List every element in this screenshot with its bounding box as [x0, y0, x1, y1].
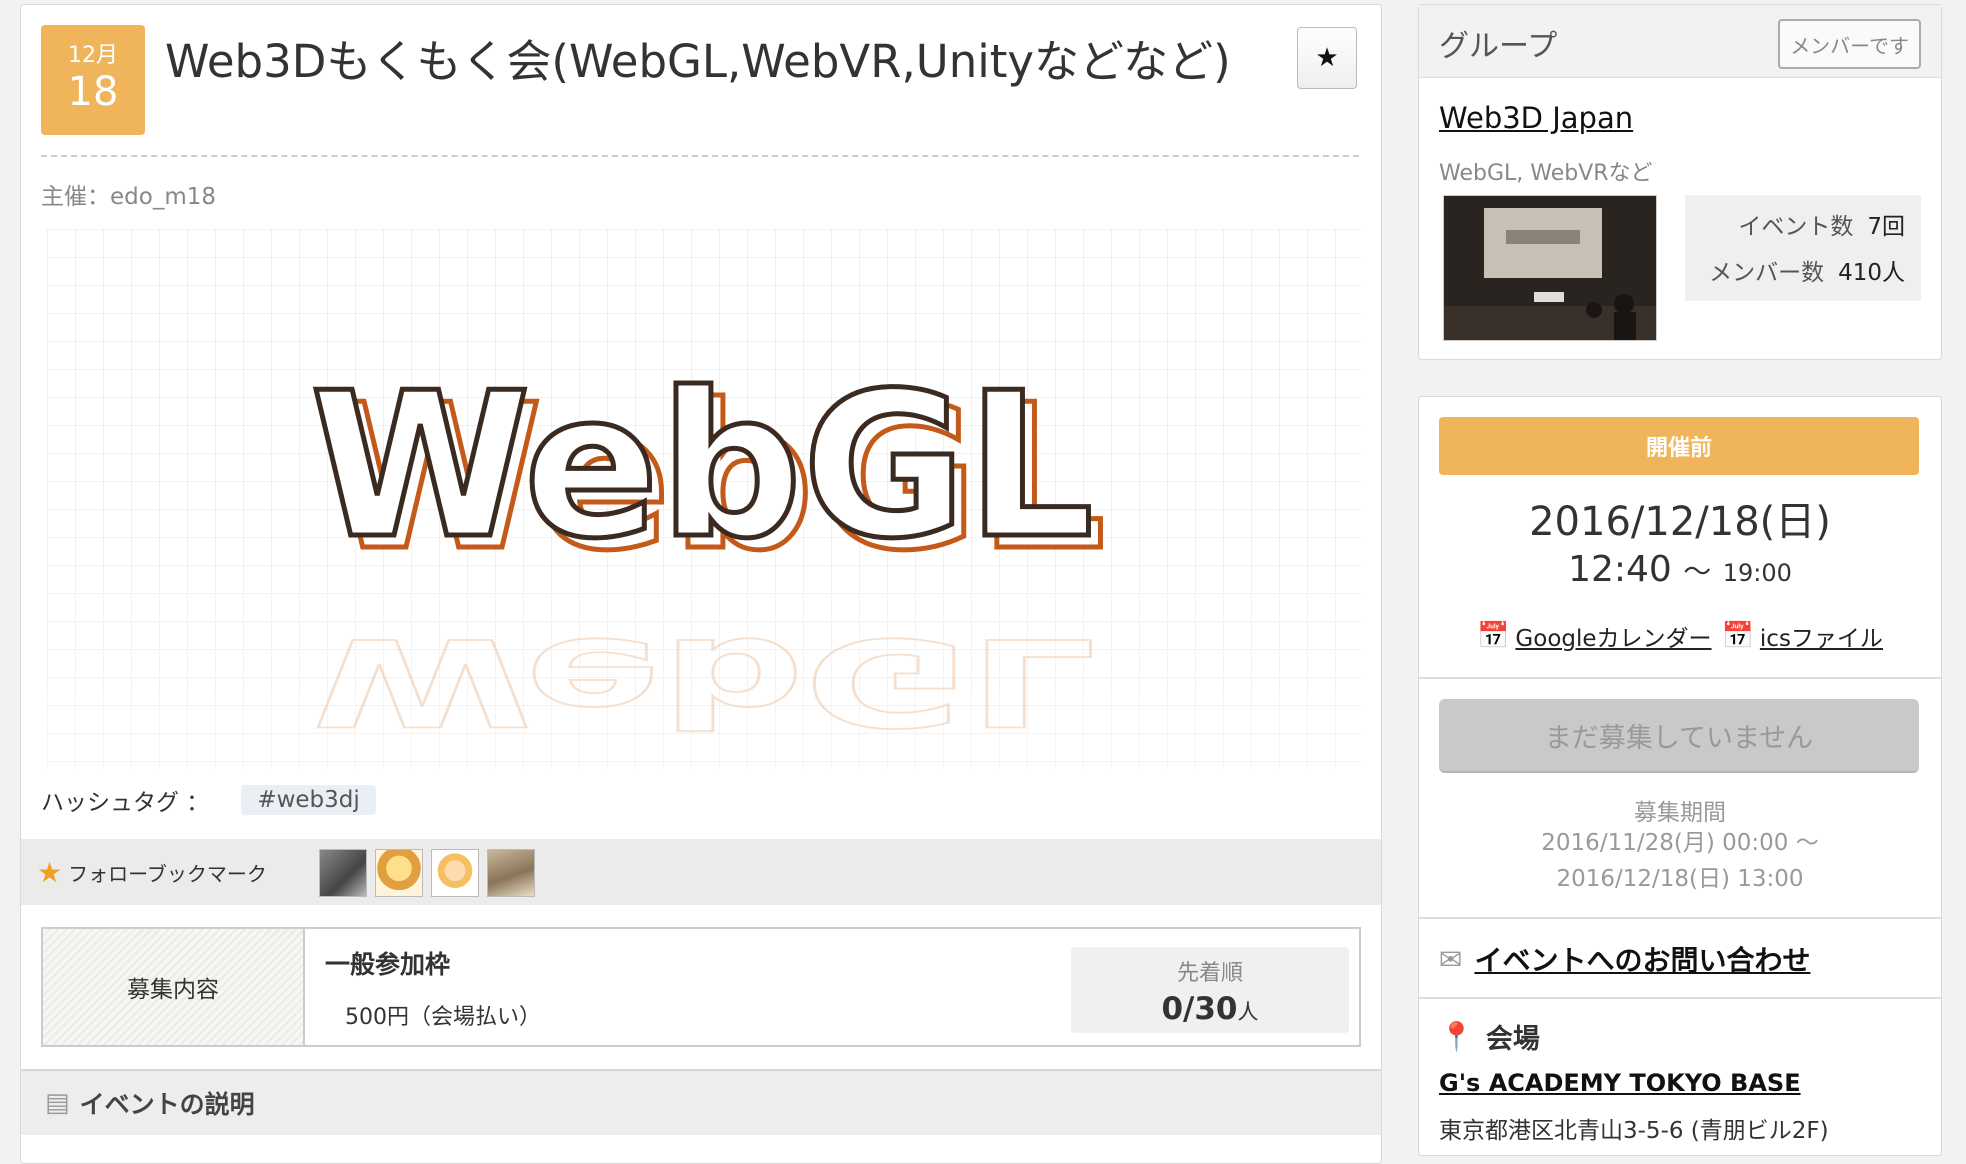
mail-icon: ✉: [1439, 942, 1463, 976]
divider: [1419, 917, 1941, 919]
bookmark-button[interactable]: ★: [1297, 27, 1357, 89]
group-members-stat: メンバー数 410人: [1709, 260, 1905, 286]
recruit-fee: 500円（会場払い）: [345, 1005, 541, 1030]
ics-file-link[interactable]: 📅 icsファイル: [1722, 619, 1883, 653]
avatar[interactable]: [375, 849, 423, 897]
recruit-header: 募集内容: [43, 929, 305, 1045]
contact-row: ✉ イベントへのお問い合わせ: [1439, 939, 1810, 979]
badge-day: 18: [67, 69, 119, 115]
hero-logo-reflection: WebGL: [312, 612, 1096, 752]
venue-heading: 📍 会場: [1439, 1020, 1540, 1055]
venue-address: 東京都港区北青山3-5-6 (青朋ビル2F): [1439, 1118, 1829, 1144]
recruit-name: 一般参加枠: [325, 950, 451, 979]
period-end: 2016/12/18(日) 13:00: [1556, 866, 1804, 892]
group-events-link[interactable]: 7回: [1867, 214, 1905, 240]
group-panel: グループ メンバーです Web3D Japan WebGL, WebVRなど イ…: [1418, 4, 1942, 360]
recruit-body: 一般参加枠 500円（会場払い）: [305, 929, 561, 1045]
follow-bookmark-bar: ★ フォローブックマーク: [21, 839, 1381, 905]
group-name-link[interactable]: Web3D Japan: [1439, 101, 1633, 135]
venue-name-link[interactable]: G's ACADEMY TOKYO BASE: [1439, 1069, 1801, 1097]
event-main-panel: 12月 18 Web3Dもくもく会(WebGL,WebVR,Unityなどなど)…: [20, 4, 1382, 1164]
star-icon: ★: [1315, 43, 1339, 73]
hashtag-row: ハッシュタグ ： #web3dj: [41, 783, 376, 817]
calendar-add-icon: 📅: [1477, 621, 1510, 651]
period-start: 2016/11/28(月) 00:00 〜: [1541, 830, 1819, 856]
quota-count: 0/30人: [1161, 991, 1259, 1027]
contact-link[interactable]: イベントへのお問い合わせ: [1474, 939, 1810, 979]
schedule-panel: 開催前 2016/12/18(日) 12:40 〜 19:00 📅 Google…: [1418, 396, 1942, 1156]
google-calendar-link[interactable]: 📅 Googleカレンダー: [1477, 619, 1711, 653]
hashtag-link[interactable]: #web3dj: [241, 785, 376, 815]
follower-avatars: [319, 849, 535, 897]
recruit-period: 2016/11/28(月) 00:00 〜 2016/12/18(日) 13:0…: [1419, 825, 1941, 897]
period-label: 募集期間: [1634, 800, 1726, 826]
avatar[interactable]: [487, 849, 535, 897]
divider: [1419, 677, 1941, 679]
list-icon: ▤: [45, 1088, 70, 1118]
event-hero-image: WebGL WebGL WebGL: [47, 229, 1361, 769]
event-start-time: 12:40: [1568, 549, 1672, 590]
group-heading: グループ: [1439, 29, 1558, 64]
quota-order: 先着順: [1176, 961, 1243, 986]
recruit-table: 募集内容 一般参加枠 500円（会場払い） 先着順 0/30人: [41, 927, 1361, 1047]
description-heading: ▤ イベントの説明: [21, 1069, 1381, 1135]
avatar[interactable]: [319, 849, 367, 897]
recruit-quota: 先着順 0/30人: [1071, 947, 1349, 1033]
event-date: 2016/12/18(日): [1529, 499, 1831, 545]
avatar[interactable]: [431, 849, 479, 897]
event-date-badge: 12月 18: [41, 25, 145, 135]
apply-button[interactable]: まだ募集していません: [1439, 699, 1919, 773]
group-events-stat: イベント数 7回: [1738, 214, 1905, 240]
member-status-button[interactable]: メンバーです: [1778, 19, 1921, 69]
title-divider: [41, 155, 1359, 157]
calendar-download-icon: 📅: [1721, 621, 1754, 651]
group-photo[interactable]: [1443, 195, 1657, 341]
group-members-link[interactable]: 410人: [1838, 260, 1905, 286]
hashtag-label: ハッシュタグ ：: [41, 790, 210, 816]
event-status-badge: 開催前: [1439, 417, 1919, 475]
divider: [1419, 997, 1941, 999]
location-pin-icon: 📍: [1439, 1020, 1474, 1053]
hero-logo: WebGL: [310, 350, 1094, 583]
group-header: グループ メンバーです: [1419, 5, 1941, 78]
event-end-time: 19:00: [1722, 559, 1792, 587]
event-time: 12:40 〜 19:00: [1568, 549, 1792, 590]
badge-month: 12月: [68, 43, 118, 68]
group-stats: イベント数 7回 メンバー数 410人: [1685, 195, 1921, 301]
group-description: WebGL, WebVRなど: [1439, 161, 1653, 186]
follow-bookmark-label: ★ フォローブックマーク: [37, 855, 267, 889]
event-title: Web3Dもくもく会(WebGL,WebVR,Unityなどなど): [165, 35, 1231, 88]
star-icon: ★: [37, 855, 63, 889]
calendar-links: 📅 Googleカレンダー 📅 icsファイル: [1419, 619, 1941, 653]
event-owner: 主催：edo_m18: [41, 184, 216, 210]
